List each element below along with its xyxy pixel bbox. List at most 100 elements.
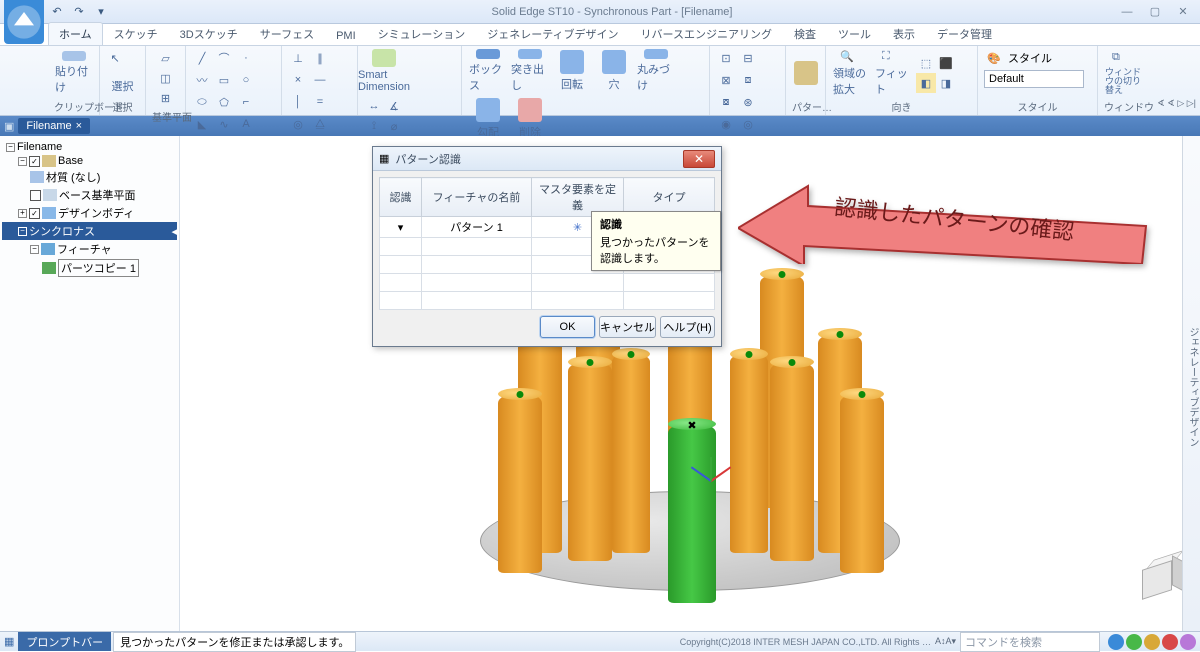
rect-icon[interactable]: ▭: [214, 70, 234, 90]
dialog-titlebar[interactable]: ▦ パターン認識 ✕: [373, 147, 721, 171]
fr4-icon[interactable]: ⧈: [738, 70, 758, 90]
style-combo[interactable]: [984, 70, 1084, 88]
fr6-icon[interactable]: ⊛: [738, 92, 758, 112]
fr3-icon[interactable]: ⊠: [716, 70, 736, 90]
plane-icon-3[interactable]: ⊞: [156, 88, 176, 108]
command-search[interactable]: コマンドを検索: [960, 632, 1100, 652]
view4-icon[interactable]: ◨: [936, 73, 956, 93]
tree-material[interactable]: 材質 (なし): [2, 168, 177, 186]
tree-baseplane[interactable]: ベース基準平面: [2, 186, 177, 204]
paste-button[interactable]: 貼り付け: [54, 50, 93, 96]
switch-window-button[interactable]: ⧉ウィンドウの切り替え: [1104, 50, 1144, 96]
dim1-icon[interactable]: ↔: [364, 96, 384, 116]
view3-icon[interactable]: ◧: [916, 73, 936, 93]
table-row[interactable]: [380, 274, 715, 292]
close-button[interactable]: ✕: [1170, 3, 1196, 21]
parallel-icon[interactable]: ∥: [310, 48, 330, 68]
smart-dimension-button[interactable]: Smart Dimension: [364, 48, 404, 94]
tab-3dsketch[interactable]: 3Dスケッチ: [169, 22, 249, 45]
equal-icon[interactable]: =: [310, 92, 330, 112]
doc-nav[interactable]: ∢ ∢ ▷ ▷|: [1157, 98, 1196, 109]
fr2-icon[interactable]: ⊟: [738, 48, 758, 68]
3d-canvas[interactable]: ✖ ▦ パターン認識 ✕ 認識 フィーチャの名前 マスタ要素を定義 タイプ: [180, 136, 1200, 631]
document-tab[interactable]: Filename×: [18, 118, 90, 134]
status-icon-1[interactable]: [1108, 634, 1124, 650]
text-icon[interactable]: A: [236, 114, 256, 134]
fr1-icon[interactable]: ⊡: [716, 48, 736, 68]
status-icon-2[interactable]: [1126, 634, 1142, 650]
round-button[interactable]: 丸みづけ: [636, 48, 676, 94]
tree-partcopy[interactable]: パーツコピー 1: [2, 258, 177, 278]
fit-button[interactable]: ⛶フィット: [874, 50, 914, 96]
fr5-icon[interactable]: ⧇: [716, 92, 736, 112]
tab-data[interactable]: データ管理: [926, 22, 1003, 45]
view1-icon[interactable]: ⬚: [916, 53, 936, 73]
hole-button[interactable]: 穴: [594, 48, 634, 94]
horiz-icon[interactable]: —: [310, 70, 330, 90]
view2-icon[interactable]: ⬛: [936, 53, 956, 73]
zoom-area-button[interactable]: 🔍領域の拡大: [832, 50, 872, 96]
dim4-icon[interactable]: ⌀: [384, 116, 404, 136]
dialog-close-button[interactable]: ✕: [683, 150, 715, 168]
maximize-button[interactable]: ▢: [1142, 3, 1168, 21]
point-icon[interactable]: ·: [236, 48, 256, 68]
tab-simulation[interactable]: シミュレーション: [367, 22, 477, 45]
plane-icon-1[interactable]: ▱: [156, 48, 176, 68]
pattern-button[interactable]: [792, 50, 819, 96]
undo-icon[interactable]: ↶: [48, 3, 66, 21]
tab-view[interactable]: 表示: [882, 22, 926, 45]
status-icon-4[interactable]: [1162, 634, 1178, 650]
tab-inspect[interactable]: 検査: [783, 22, 827, 45]
coinc-icon[interactable]: ×: [288, 70, 308, 90]
styles-icon[interactable]: 🎨: [984, 48, 1004, 68]
tree-base[interactable]: −✓Base: [2, 154, 177, 168]
plane-icon-2[interactable]: ◫: [156, 68, 176, 88]
tab-surface[interactable]: サーフェス: [249, 22, 325, 45]
table-row[interactable]: [380, 292, 715, 310]
tree-root[interactable]: −Filename: [2, 140, 177, 154]
tab-pmi[interactable]: PMI: [325, 26, 367, 45]
poly-icon[interactable]: ⬠: [214, 92, 234, 112]
line-icon[interactable]: ╱: [192, 48, 212, 68]
tab-home[interactable]: ホーム: [48, 22, 103, 45]
fr8-icon[interactable]: ◎: [738, 114, 758, 134]
tangent-icon[interactable]: ⊥: [288, 48, 308, 68]
tab-generative[interactable]: ジェネレーティブデザイン: [476, 22, 629, 45]
tree-synchronous[interactable]: −シンクロナス◂: [2, 222, 177, 240]
pathfinder-tree[interactable]: −Filename −✓Base 材質 (なし) ベース基準平面 +✓デザインボ…: [0, 136, 180, 631]
extrude-button[interactable]: 突き出し: [510, 48, 550, 94]
text-size-icon[interactable]: A↕A▾: [935, 636, 956, 647]
qat-dropdown-icon[interactable]: ▾: [92, 3, 110, 21]
tab-tools[interactable]: ツール: [827, 22, 882, 45]
vert-icon[interactable]: │: [288, 92, 308, 112]
circle-icon[interactable]: ○: [236, 70, 256, 90]
ellipse-icon[interactable]: ⬭: [192, 92, 212, 112]
select-button[interactable]: ↖選択: [106, 50, 139, 96]
view-cube[interactable]: [1134, 553, 1182, 601]
arc-icon[interactable]: ⌒: [214, 48, 234, 68]
col-recognize[interactable]: 認識: [380, 178, 422, 217]
spline-icon[interactable]: ∿: [214, 114, 234, 134]
fillet-icon[interactable]: ⌐: [236, 92, 256, 112]
dim2-icon[interactable]: ∡: [384, 96, 404, 116]
cell-recognize[interactable]: ▾: [380, 217, 422, 238]
sym-icon[interactable]: ⧋: [310, 114, 330, 134]
redo-icon[interactable]: ↷: [70, 3, 88, 21]
status-icon-3[interactable]: [1144, 634, 1160, 650]
tree-features[interactable]: −フィーチャ: [2, 240, 177, 258]
curve-icon[interactable]: 〰: [192, 70, 212, 90]
chamfer-icon[interactable]: ◣: [192, 114, 212, 134]
application-button[interactable]: [4, 0, 44, 44]
conc-icon[interactable]: ◎: [288, 114, 308, 134]
cell-feature-name[interactable]: パターン 1: [422, 217, 532, 238]
close-doc-icon[interactable]: ×: [76, 120, 82, 132]
right-panel-tab[interactable]: ジェネレーティブデザイン: [1182, 136, 1200, 631]
help-button[interactable]: ヘルプ(H): [660, 316, 715, 338]
dim3-icon[interactable]: ⟟: [364, 116, 384, 136]
fr7-icon[interactable]: ◉: [716, 114, 736, 134]
ok-button[interactable]: OK: [540, 316, 595, 338]
col-feature-name[interactable]: フィーチャの名前: [422, 178, 532, 217]
tab-sketch[interactable]: スケッチ: [103, 22, 169, 45]
revolve-button[interactable]: 回転: [552, 48, 592, 94]
cancel-button[interactable]: キャンセル: [599, 316, 656, 338]
